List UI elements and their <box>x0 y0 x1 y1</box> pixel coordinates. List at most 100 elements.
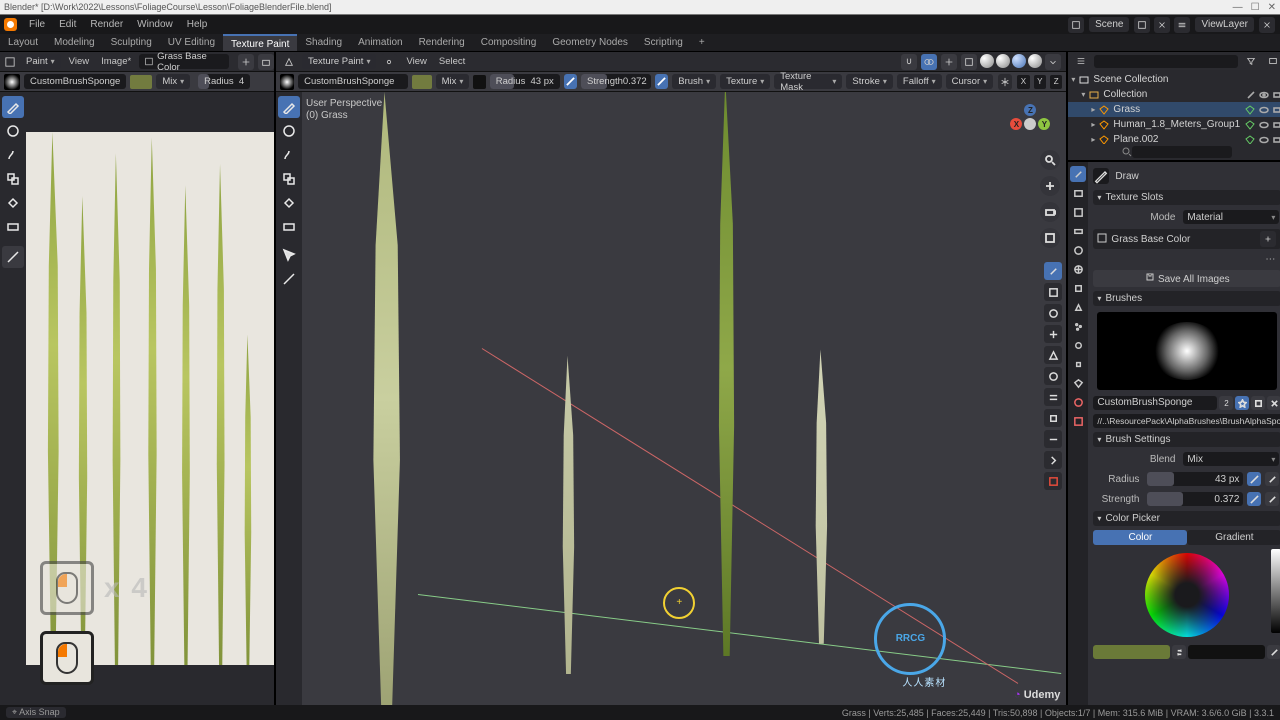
vp-snap-icon[interactable] <box>901 54 917 70</box>
bs-radius-unit-icon[interactable] <box>1265 472 1279 486</box>
ws-tab-scripting[interactable]: Scripting <box>636 34 691 51</box>
vp-radius-pressure-icon[interactable] <box>564 74 577 89</box>
value-strip[interactable] <box>1271 549 1280 633</box>
tool-annotate-icon[interactable] <box>2 246 24 268</box>
vptool-fill-icon[interactable] <box>278 192 300 214</box>
vp-blend-select[interactable]: Mix <box>436 74 470 89</box>
scene-new-icon[interactable] <box>1134 17 1150 33</box>
bs-strength-unit-icon[interactable] <box>1265 492 1279 506</box>
blend-mode-select[interactable]: Mix <box>156 74 190 89</box>
gizmo-z[interactable]: Z <box>1024 104 1036 116</box>
viewport-canvas[interactable]: User Perspective (0) Grass Z X Y <box>276 92 1066 705</box>
vp-cursor-dd[interactable]: Cursor <box>946 74 994 89</box>
np-2[interactable] <box>1044 367 1062 385</box>
brush-datablock-name[interactable]: CustomBrushSponge <box>1093 396 1217 410</box>
np-item-icon[interactable] <box>1044 283 1062 301</box>
ws-tab-rendering[interactable]: Rendering <box>411 34 473 51</box>
scene-browse-icon[interactable] <box>1068 17 1084 33</box>
vp-stroke-dd[interactable]: Stroke <box>846 74 892 89</box>
it-eye-icon[interactable] <box>1259 105 1269 115</box>
np-5[interactable] <box>1044 430 1062 448</box>
np-7[interactable] <box>1044 472 1062 490</box>
ws-tab-texturepaint[interactable]: Texture Paint <box>223 34 297 51</box>
menu-render[interactable]: Render <box>84 15 129 34</box>
vp-brush-dd[interactable]: Brush <box>672 74 716 89</box>
vp-view-menu[interactable]: View <box>402 56 430 67</box>
viewlayer-browse-icon[interactable] <box>1174 17 1190 33</box>
vp-pivot-icon[interactable] <box>381 54 397 70</box>
outliner-item-human[interactable]: ▸ Human_1.8_Meters_Group1 <box>1068 117 1280 132</box>
image-mode-select[interactable]: Paint <box>20 54 61 69</box>
image-view-menu[interactable]: View <box>65 56 93 67</box>
coll-exclude-icon[interactable] <box>1246 90 1256 100</box>
vptool-clone-icon[interactable] <box>278 168 300 190</box>
outliner-item-plane[interactable]: ▸ Plane.002 <box>1068 132 1280 144</box>
vp-radius-slider[interactable]: Radius 43 px <box>490 74 560 89</box>
brush-fakeuser-icon[interactable] <box>1235 396 1249 410</box>
np-6[interactable] <box>1044 451 1062 469</box>
primary-color-swatch[interactable] <box>1093 645 1170 659</box>
vp-strength-pressure-icon[interactable] <box>655 74 668 89</box>
np-edit-icon[interactable] <box>1044 325 1062 343</box>
tool-clone-icon[interactable] <box>2 168 24 190</box>
gizmo-x[interactable]: X <box>1010 118 1022 130</box>
vptool-cursor-icon[interactable] <box>278 244 300 266</box>
vp-sym-icon[interactable] <box>998 74 1012 90</box>
vp-secondary-swatch[interactable] <box>473 75 485 89</box>
editor-type-icon[interactable] <box>5 54 15 70</box>
bs-radius-slider[interactable]: 43 px <box>1147 472 1243 486</box>
menu-help[interactable]: Help <box>181 15 214 34</box>
outliner-item-grass[interactable]: ▸ Grass <box>1068 102 1280 117</box>
vp-xray-icon[interactable] <box>961 54 977 70</box>
vptool-smear-icon[interactable] <box>278 144 300 166</box>
brush-users-badge[interactable]: 2 <box>1219 396 1233 410</box>
vp-texmask-dd[interactable]: Texture Mask <box>774 74 842 89</box>
coll-eye-icon[interactable] <box>1259 90 1269 100</box>
ptab-world-icon[interactable] <box>1070 261 1086 277</box>
brush-thumb-icon[interactable] <box>4 74 20 90</box>
np-3[interactable] <box>1044 388 1062 406</box>
sym-y[interactable]: Y <box>1034 75 1046 89</box>
panel-brushes[interactable]: Brushes <box>1093 291 1280 306</box>
img-open-icon[interactable] <box>258 54 274 70</box>
tool-smear-icon[interactable] <box>2 144 24 166</box>
nav-pan-icon[interactable] <box>1040 176 1060 196</box>
viewlayer-del-icon[interactable] <box>1259 17 1275 33</box>
image-slot-field[interactable]: Grass Base Color <box>139 54 229 69</box>
bs-blend-select[interactable]: Mix <box>1183 452 1279 466</box>
swap-colors-icon[interactable] <box>1172 645 1186 659</box>
np-4[interactable] <box>1044 409 1062 427</box>
ws-tab-shading[interactable]: Shading <box>297 34 350 51</box>
outliner-collection[interactable]: ▾ Collection <box>1068 87 1280 102</box>
ptab-texture-icon[interactable] <box>1070 413 1086 429</box>
ptab-object-icon[interactable] <box>1070 280 1086 296</box>
ws-tab-add[interactable]: + <box>691 34 713 51</box>
panel-color-picker[interactable]: Color Picker <box>1093 511 1280 526</box>
texture-slot-item[interactable]: Grass Base Color <box>1093 229 1280 249</box>
ws-tab-sculpting[interactable]: Sculpting <box>103 34 160 51</box>
outliner-tree[interactable]: ▾ Scene Collection ▾ Collection ▸ <box>1068 70 1280 144</box>
np-1[interactable] <box>1044 346 1062 364</box>
eyedropper-icon[interactable] <box>1267 645 1280 659</box>
vptool-draw-icon[interactable] <box>278 96 300 118</box>
vp-select-menu[interactable]: Select <box>435 56 469 67</box>
gizmo-y[interactable]: Y <box>1038 118 1050 130</box>
maximize-icon[interactable]: ☐ <box>1251 2 1260 13</box>
ptab-render-icon[interactable] <box>1070 185 1086 201</box>
save-all-images-button[interactable]: Save All Images <box>1093 270 1280 287</box>
vp-overlays-icon[interactable] <box>921 54 937 70</box>
coll-render-icon[interactable] <box>1272 90 1280 100</box>
nav-persp-icon[interactable] <box>1040 228 1060 248</box>
vp-falloff-dd[interactable]: Falloff <box>897 74 942 89</box>
tool-draw-icon[interactable] <box>2 96 24 118</box>
secondary-color-swatch[interactable] <box>1188 645 1265 659</box>
nav-zoom-icon[interactable] <box>1040 150 1060 170</box>
vp-brush-thumb[interactable] <box>280 74 294 90</box>
scene-field[interactable]: Scene <box>1089 17 1129 32</box>
menu-edit[interactable]: Edit <box>53 15 82 34</box>
window-controls[interactable]: — ☐ ✕ <box>1233 2 1276 13</box>
ws-tab-animation[interactable]: Animation <box>350 34 410 51</box>
panel-texture-slots[interactable]: Texture Slots <box>1093 190 1280 205</box>
ts-uv-row[interactable]: ⋯ <box>1093 253 1280 266</box>
ptab-physics-icon[interactable] <box>1070 337 1086 353</box>
